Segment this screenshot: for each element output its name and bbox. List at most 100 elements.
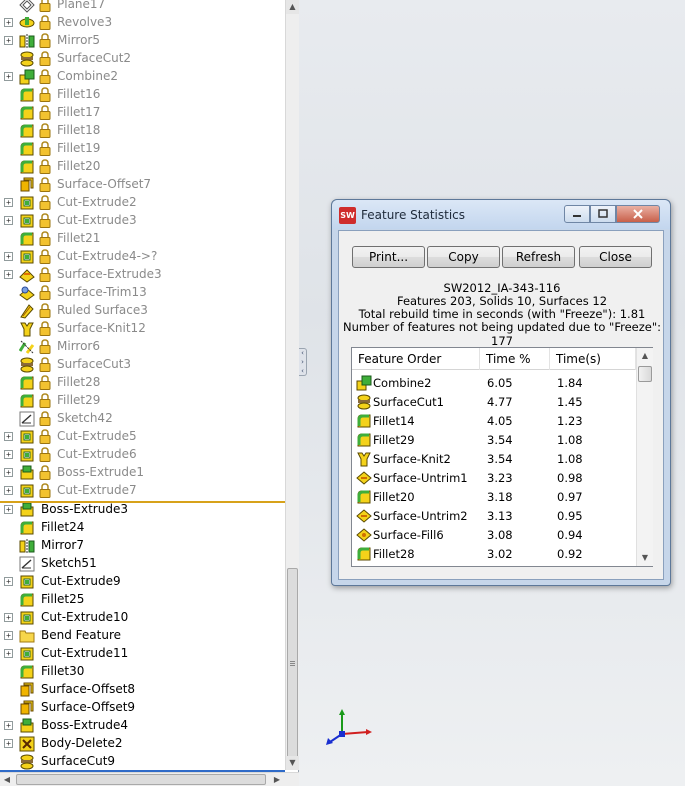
tree-item[interactable]: Fillet20 [0,158,285,176]
tree-item[interactable]: Fillet17 [0,104,285,122]
surface-fill-icon [356,527,372,543]
expand-toggle-icon[interactable]: + [4,631,13,640]
tree-item[interactable]: Mirror6 [0,338,285,356]
tree-item[interactable]: + Cut-Extrude5 [0,428,285,446]
tree-item[interactable]: + Cut-Extrude7 [0,482,285,500]
table-row[interactable]: Combine2 6.05 1.84 [352,374,636,393]
tree-item[interactable]: + Boss-Extrude1 [0,464,285,482]
table-row[interactable]: Fillet14 4.05 1.23 [352,412,636,431]
scroll-down-icon[interactable]: ▼ [637,550,653,566]
tree-item[interactable]: Fillet28 [0,374,285,392]
tree-item[interactable]: Fillet16 [0,86,285,104]
column-time-percent[interactable]: Time % [480,348,550,370]
scroll-down-icon[interactable]: ▼ [286,756,299,770]
expand-toggle-icon[interactable]: + [4,721,13,730]
tree-item[interactable]: Surface-Offset7 [0,176,285,194]
expand-toggle-icon[interactable]: + [4,18,13,27]
tree-item[interactable]: + Combine2 [0,68,285,86]
table-row[interactable]: Surface-Untrim1 3.23 0.98 [352,469,636,488]
tree-item[interactable]: + Cut-Extrude9 [0,573,285,591]
expand-toggle-icon[interactable]: + [4,36,13,45]
expand-toggle-icon[interactable]: + [4,577,13,586]
tree-item[interactable]: Fillet30 [0,663,285,681]
table-row[interactable]: Surface-Untrim2 3.13 0.95 [352,507,636,526]
expand-toggle-icon[interactable]: + [4,198,13,207]
collapse-panel-handle[interactable]: ‹ › ‹ [299,348,307,376]
tree-item[interactable]: + Boss-Extrude3 [0,501,285,519]
tree-item[interactable]: + Cut-Extrude6 [0,446,285,464]
table-row[interactable]: Fillet20 3.18 0.97 [352,488,636,507]
tree-item[interactable]: Plane17 [0,0,285,14]
tree-item[interactable]: Surface-Offset8 [0,681,285,699]
tree-item[interactable]: + Revolve3 [0,14,285,32]
scroll-up-icon[interactable]: ▲ [637,348,653,364]
tree-item[interactable]: Fillet21 [0,230,285,248]
tree-item[interactable]: + Cut-Extrude11 [0,645,285,663]
tree-item[interactable]: + Surface-Extrude3 [0,266,285,284]
expand-toggle-icon[interactable]: + [4,649,13,658]
tree-item[interactable]: + Boss-Extrude4 [0,717,285,735]
print-button[interactable]: Print... [352,246,425,268]
expand-toggle-icon[interactable]: + [4,505,13,514]
expand-toggle-icon[interactable]: + [4,739,13,748]
tree-item[interactable]: Fillet18 [0,122,285,140]
table-row[interactable]: Fillet28 3.02 0.92 [352,545,636,564]
minimize-button[interactable] [564,205,590,223]
scroll-up-icon[interactable]: ▲ [286,0,299,14]
table-scroll-thumb[interactable] [638,366,652,382]
tree-item[interactable]: SurfaceCut3 [0,356,285,374]
freeze-lock-icon [39,195,51,210]
table-row[interactable]: Fillet29 3.54 1.08 [352,431,636,450]
expand-toggle-icon[interactable]: + [4,72,13,81]
scroll-left-icon[interactable]: ◀ [0,773,14,786]
tree-item[interactable]: Fillet19 [0,140,285,158]
tree-item[interactable]: Fillet25 [0,591,285,609]
tree-scroll-thumb[interactable] [287,568,298,758]
table-row[interactable]: SurfaceCut1 4.77 1.45 [352,393,636,412]
tree-item[interactable]: Fillet29 [0,392,285,410]
close-button[interactable]: Close [579,246,652,268]
tree-horizontal-scrollbar[interactable]: ◀ ▶ [0,772,299,786]
table-scrollbar[interactable]: ▲ ▼ [636,348,653,566]
maximize-button[interactable] [590,205,616,223]
expand-toggle-icon[interactable]: + [4,486,13,495]
tree-item[interactable]: + Cut-Extrude10 [0,609,285,627]
tree-hscroll-thumb[interactable] [16,774,266,785]
tree-item[interactable]: Ruled Surface3 [0,302,285,320]
column-feature-order[interactable]: Feature Order [352,348,480,370]
tree-item[interactable]: Surface-Trim13 [0,284,285,302]
feature-name-cell: Fillet28 [373,547,415,561]
expand-toggle-icon[interactable]: + [4,468,13,477]
table-row[interactable]: Surface-Fill6 3.08 0.94 [352,526,636,545]
window-close-button[interactable] [616,205,660,223]
scroll-right-icon[interactable]: ▶ [270,773,284,786]
expand-toggle-icon[interactable]: + [4,270,13,279]
tree-item[interactable]: + Body-Delete2 [0,735,285,753]
freeze-lock-icon [39,429,51,444]
expand-toggle-icon[interactable]: + [4,613,13,622]
expand-toggle-icon[interactable]: + [4,216,13,225]
tree-item[interactable]: Sketch51 [0,555,285,573]
tree-item[interactable]: + Mirror5 [0,32,285,50]
table-row[interactable]: Surface-Knit2 3.54 1.08 [352,450,636,469]
expand-toggle-icon[interactable]: + [4,450,13,459]
expand-toggle-icon[interactable]: + [4,432,13,441]
tree-item[interactable]: Mirror7 [0,537,285,555]
tree-item[interactable]: Sketch42 [0,410,285,428]
refresh-button[interactable]: Refresh [502,246,575,268]
copy-button[interactable]: Copy [427,246,500,268]
tree-item[interactable]: Surface-Knit12 [0,320,285,338]
tree-item[interactable]: SurfaceCut9 [0,753,285,770]
tree-item[interactable]: + Bend Feature [0,627,285,645]
tree-item[interactable]: + Cut-Extrude3 [0,212,285,230]
tree-item[interactable]: + Cut-Extrude4->? [0,248,285,266]
tree-item[interactable]: Surface-Offset9 [0,699,285,717]
column-time-seconds[interactable]: Time(s) [550,348,636,370]
expand-toggle-icon[interactable]: + [4,252,13,261]
tree-item[interactable]: Fillet24 [0,519,285,537]
tree-item[interactable]: + Cut-Extrude2 [0,194,285,212]
tree-item[interactable]: SurfaceCut2 [0,50,285,68]
tree-vertical-scrollbar[interactable]: ▲ ▼ [285,0,299,770]
dialog-titlebar[interactable]: SW Feature Statistics [332,200,670,229]
freeze-bar[interactable] [0,501,285,503]
